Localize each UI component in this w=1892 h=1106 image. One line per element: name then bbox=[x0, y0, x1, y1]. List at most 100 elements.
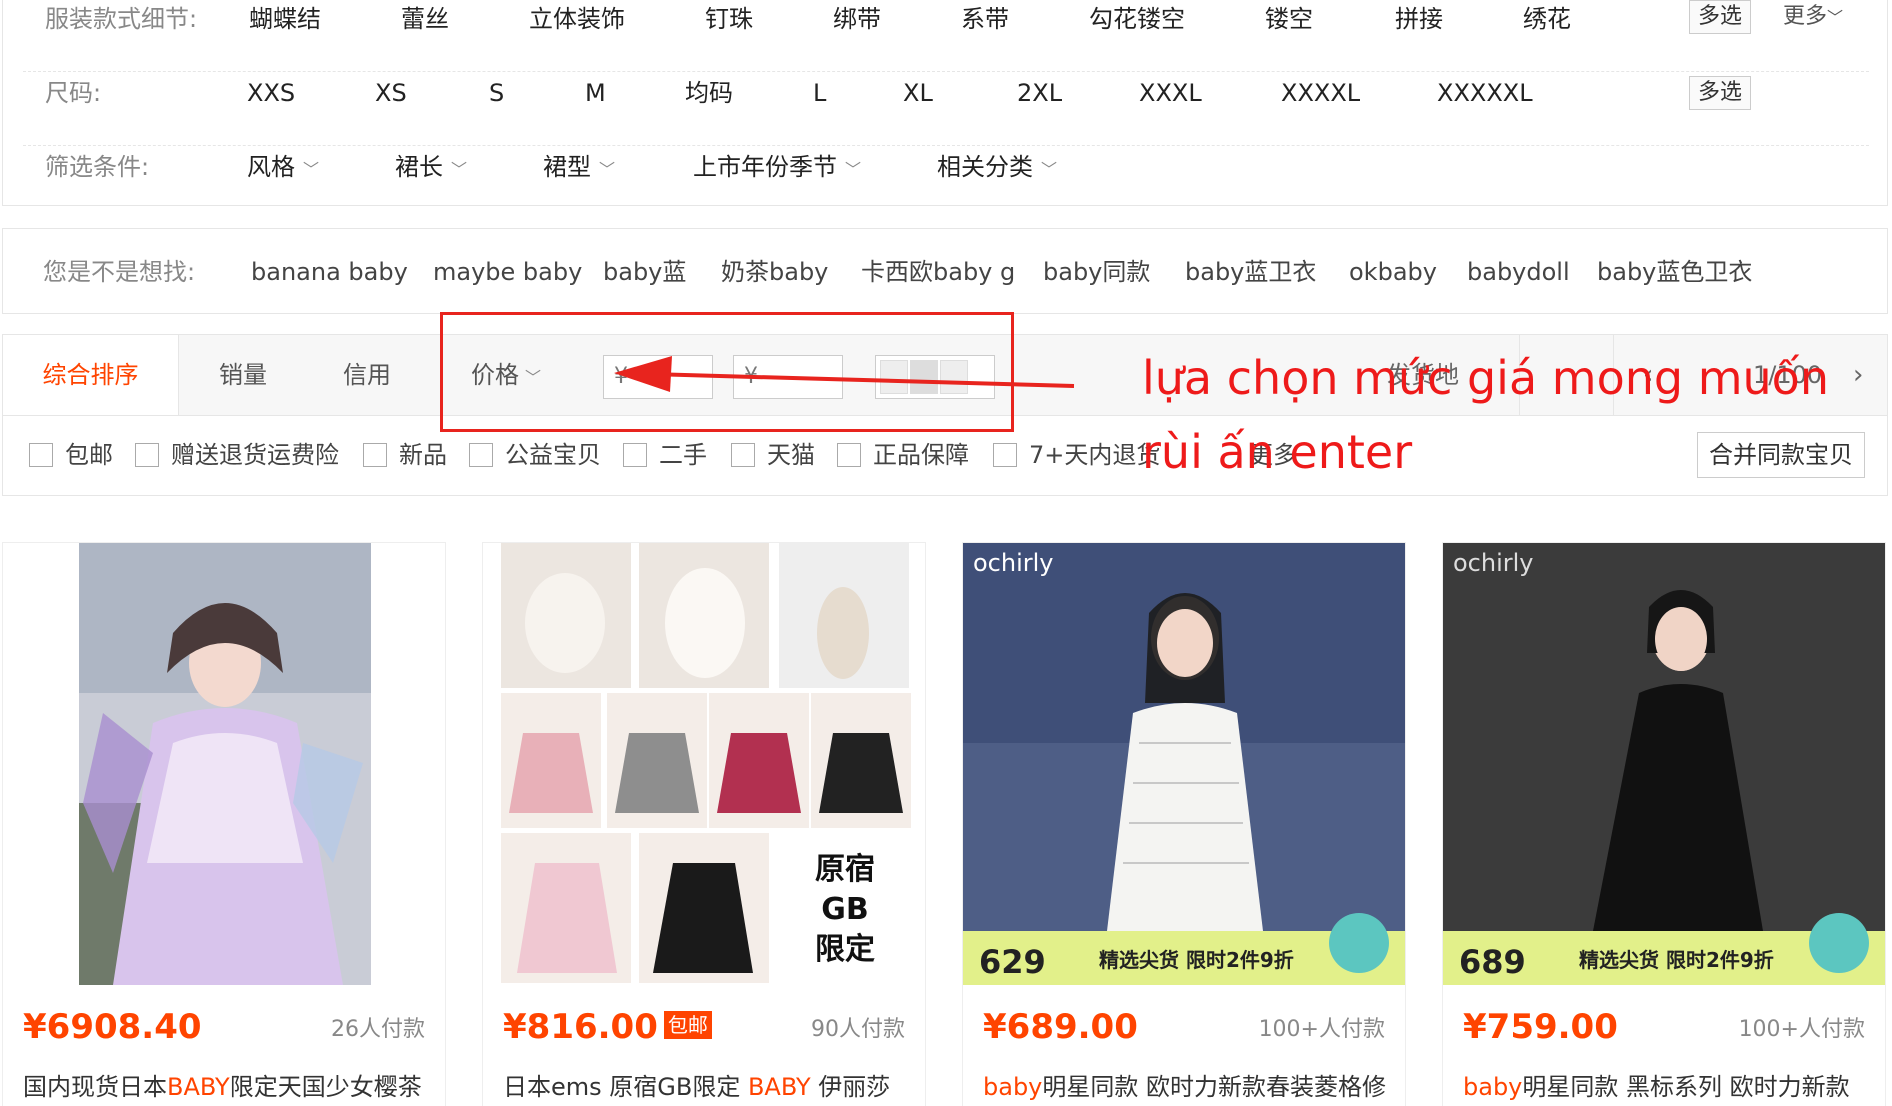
suggestion-bar: 您是不是想找: banana baby maybe baby baby蓝 奶茶b… bbox=[2, 228, 1888, 314]
checkbox-icon bbox=[623, 443, 647, 467]
condition-dropdown-category[interactable]: 相关分类 ﹀ bbox=[937, 148, 1057, 189]
checkbox-genuine[interactable]: 正品保障 bbox=[837, 438, 969, 472]
multi-select-button[interactable]: 多选 bbox=[1689, 76, 1752, 110]
size-option[interactable]: 2XL bbox=[1017, 74, 1062, 112]
size-option[interactable]: S bbox=[489, 74, 504, 112]
condition-dropdown-length[interactable]: 裙长 ﹀ bbox=[395, 148, 467, 189]
filter-label-conditions: 筛选条件: bbox=[45, 153, 150, 181]
product-title[interactable]: 日本ems 原宿GB限定 BABY 伊丽莎白 bbox=[503, 1069, 913, 1106]
checkbox-label: 新品 bbox=[399, 441, 447, 469]
suggestion-link[interactable]: banana baby bbox=[251, 253, 408, 291]
product-title[interactable]: baby明星同款 黑标系列 欧时力新款 bbox=[1463, 1069, 1873, 1105]
checkbox-new[interactable]: 新品 bbox=[363, 438, 447, 472]
product-image[interactable]: ochirly 629 精选尖货 限时2件9折 bbox=[963, 543, 1405, 985]
dress-collage-photo: 原宿 GB 限定 bbox=[483, 543, 925, 985]
size-option[interactable]: XS bbox=[375, 74, 407, 112]
filter-option[interactable]: 拼接 bbox=[1395, 0, 1443, 38]
suggestion-link[interactable]: baby蓝卫衣 bbox=[1185, 253, 1316, 291]
suggestion-link[interactable]: baby蓝色卫衣 bbox=[1597, 253, 1752, 291]
product-sales: 26人付款 bbox=[331, 1017, 425, 1042]
size-option[interactable]: XXS bbox=[247, 74, 295, 112]
checkbox-charity[interactable]: 公益宝贝 bbox=[469, 438, 601, 472]
merge-same-items-button[interactable]: 合并同款宝贝 bbox=[1697, 432, 1865, 478]
checkbox-icon bbox=[29, 443, 53, 467]
size-option[interactable]: L bbox=[813, 74, 826, 112]
checkbox-icon bbox=[731, 443, 755, 467]
more-filters-link[interactable]: 更多﹀ bbox=[1783, 0, 1843, 35]
condition-dropdown-style[interactable]: 风格 ﹀ bbox=[247, 148, 319, 189]
checkbox-label: 正品保障 bbox=[873, 441, 969, 469]
size-option[interactable]: 均码 bbox=[685, 74, 733, 112]
size-option[interactable]: XXXL bbox=[1139, 74, 1202, 112]
filter-option[interactable]: 钉珠 bbox=[705, 0, 753, 38]
suggestion-link[interactable]: maybe baby bbox=[433, 253, 582, 291]
filter-option[interactable]: 立体装饰 bbox=[529, 0, 625, 38]
product-card[interactable]: ochirly 689 精选尖货 限时2件9折 ¥759.00 100+人付款 … bbox=[1442, 542, 1886, 1106]
product-sales: 100+人付款 bbox=[1258, 1017, 1385, 1042]
product-title[interactable]: baby明星同款 欧时力新款春装菱格修身 bbox=[983, 1069, 1393, 1106]
suggestion-link[interactable]: babydoll bbox=[1467, 253, 1570, 291]
product-image[interactable]: ochirly 689 精选尖货 限时2件9折 bbox=[1443, 543, 1885, 985]
suggestion-label: 您是不是想找: bbox=[43, 258, 196, 286]
checkbox-tmall[interactable]: 天猫 bbox=[731, 438, 815, 472]
filter-option[interactable]: 系带 bbox=[961, 0, 1009, 38]
sort-tab-sales[interactable]: 销量 bbox=[219, 335, 267, 415]
brand-logo-text: ochirly bbox=[973, 549, 1054, 577]
filter-option[interactable]: 勾花镂空 bbox=[1089, 0, 1185, 38]
product-title[interactable]: 国内现货日本BABY限定天国少女樱茶柴茶OP连衣裙 bbox=[23, 1069, 433, 1106]
title-text: 明星同款 黑标系列 欧时力新款 bbox=[1522, 1073, 1850, 1101]
checkbox-7day-return[interactable]: 7+天内退货 bbox=[993, 438, 1160, 472]
condition-label: 上市年份季节 bbox=[693, 153, 837, 181]
multi-select-button[interactable]: 多选 bbox=[1689, 0, 1752, 34]
title-keyword: baby bbox=[983, 1073, 1043, 1101]
title-text: 日本ems 原宿GB限定 bbox=[503, 1073, 748, 1101]
more-label: 更多 bbox=[1783, 4, 1828, 29]
checkbox-icon bbox=[837, 443, 861, 467]
checkbox-icon bbox=[135, 443, 159, 467]
condition-label: 裙型 bbox=[543, 153, 591, 181]
lolita-dress-photo bbox=[3, 543, 445, 985]
checkbox-return-insurance[interactable]: 赠送退货运费险 bbox=[135, 438, 339, 472]
promo-price: 689 bbox=[1459, 943, 1526, 981]
condition-dropdown-shape[interactable]: 裙型 ﹀ bbox=[543, 148, 615, 189]
filter-label-size: 尺码: bbox=[45, 79, 102, 107]
product-card[interactable]: 原宿 GB 限定 ¥816.00 包邮 90人付款 日本ems 原宿GB限定 BA… bbox=[482, 542, 926, 1106]
title-keyword: BABY bbox=[167, 1073, 230, 1101]
size-option[interactable]: M bbox=[585, 74, 606, 112]
filter-option[interactable]: 绣花 bbox=[1523, 0, 1571, 38]
checkbox-label: 二手 bbox=[659, 441, 707, 469]
product-card[interactable]: ochirly 629 精选尖货 限时2件9折 ¥689.00 100+人付款 … bbox=[962, 542, 1406, 1106]
size-option[interactable]: XXXXL bbox=[1281, 74, 1360, 112]
title-text: 明星同款 欧时力新款春装菱格修身 bbox=[1042, 1073, 1387, 1101]
filter-option[interactable]: 镂空 bbox=[1265, 0, 1313, 38]
size-option[interactable]: XL bbox=[903, 74, 933, 112]
promo-price: 629 bbox=[979, 943, 1046, 981]
suggestion-link[interactable]: okbaby bbox=[1349, 253, 1437, 291]
checkbox-label: 公益宝贝 bbox=[505, 441, 601, 469]
product-image[interactable]: 原宿 GB 限定 bbox=[483, 543, 925, 985]
next-page-icon[interactable]: › bbox=[1853, 335, 1863, 415]
product-sales: 90人付款 bbox=[811, 1017, 905, 1042]
suggestion-link[interactable]: baby同款 bbox=[1043, 253, 1150, 291]
product-card[interactable]: ¥6908.40 26人付款 国内现货日本BABY限定天国少女樱茶柴茶OP连衣裙 bbox=[2, 542, 446, 1106]
suggestion-link[interactable]: baby蓝 bbox=[603, 253, 686, 291]
condition-dropdown-season[interactable]: 上市年份季节 ﹀ bbox=[693, 148, 861, 189]
checkbox-secondhand[interactable]: 二手 bbox=[623, 438, 707, 472]
product-image[interactable] bbox=[3, 543, 445, 985]
sort-tab-credit[interactable]: 信用 bbox=[343, 335, 391, 415]
checkbox-free-shipping[interactable]: 包邮 bbox=[29, 438, 113, 472]
product-price: ¥816.00 包邮 bbox=[503, 1003, 712, 1051]
annotation-text-line1: lựa chọn mức giá mong muốn bbox=[1142, 351, 1829, 405]
checkbox-label: 天猫 bbox=[767, 441, 815, 469]
suggestion-link[interactable]: 卡西欧baby g bbox=[861, 253, 1015, 291]
title-text: 国内现货日本 bbox=[23, 1073, 167, 1101]
suggestion-link[interactable]: 奶茶baby bbox=[721, 253, 828, 291]
filter-option[interactable]: 绑带 bbox=[833, 0, 881, 38]
overlay-text: GB bbox=[821, 892, 869, 927]
sort-tab-default[interactable]: 综合排序 bbox=[3, 335, 179, 415]
filter-option[interactable]: 蝴蝶结 bbox=[249, 0, 321, 38]
filter-option[interactable]: 蕾丝 bbox=[401, 0, 449, 38]
black-dress-model-photo: ochirly 689 精选尖货 限时2件9折 bbox=[1443, 543, 1885, 985]
size-option[interactable]: XXXXXL bbox=[1437, 74, 1533, 112]
chevron-down-icon: ﹀ bbox=[845, 160, 862, 179]
